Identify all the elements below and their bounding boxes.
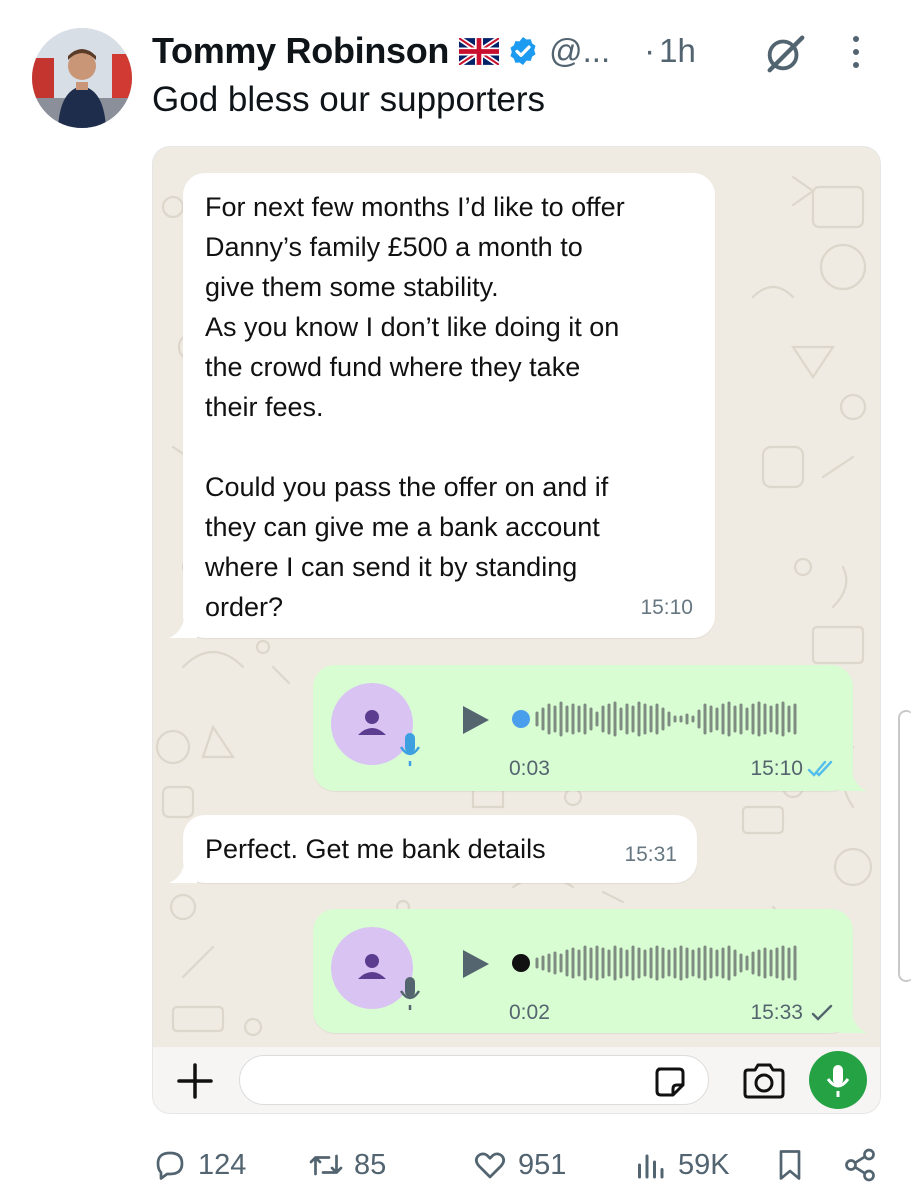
like-button[interactable]: 951 xyxy=(472,1140,566,1190)
mic-icon xyxy=(826,1065,850,1097)
like-count: 951 xyxy=(518,1148,567,1181)
voice-duration: 0:02 xyxy=(509,1001,550,1024)
bubble-tail xyxy=(839,1009,867,1033)
voice-waveform[interactable] xyxy=(511,941,821,985)
bookmark-icon xyxy=(779,1150,801,1180)
incoming-message[interactable]: For next few months I’d like to offer Da… xyxy=(169,173,715,638)
sticker-icon[interactable] xyxy=(653,1065,687,1099)
scrollbar[interactable] xyxy=(898,710,911,982)
grok-icon[interactable] xyxy=(762,30,808,76)
outgoing-voice-message[interactable]: 0:03 15:10 xyxy=(313,665,867,791)
incoming-message[interactable]: Perfect. Get me bank details 15:31 xyxy=(169,815,697,883)
separator-dot: · xyxy=(644,32,656,69)
bubble-tail xyxy=(169,859,197,883)
voice-waveform[interactable] xyxy=(511,697,821,741)
author-handle[interactable]: @... xyxy=(549,32,610,70)
message-time: 15:10 xyxy=(750,757,803,780)
post-text: God bless our supporters xyxy=(152,80,545,119)
attached-chat-screenshot[interactable]: For next few months I’d like to offer Da… xyxy=(152,146,881,1114)
post-header: Tommy Robinson @... · 1h xyxy=(152,28,696,74)
message-time: 15:33 xyxy=(750,1001,803,1024)
bubble-tail xyxy=(839,767,867,791)
bookmark-button[interactable] xyxy=(772,1140,808,1190)
message-text: For next few months I’d like to offer Da… xyxy=(205,192,625,622)
verified-badge-icon[interactable] xyxy=(507,35,539,67)
mic-icon xyxy=(397,731,423,767)
message-text: Perfect. Get me bank details xyxy=(205,834,546,864)
like-icon xyxy=(474,1152,506,1179)
post-time[interactable]: 1h xyxy=(659,32,696,70)
sent-single-tick-icon xyxy=(807,1003,835,1023)
play-icon[interactable] xyxy=(459,947,493,981)
message-input[interactable] xyxy=(239,1055,709,1105)
views-button[interactable]: 59K xyxy=(632,1140,730,1190)
more-icon[interactable] xyxy=(848,34,864,70)
view-count: 59K xyxy=(678,1148,730,1181)
repost-count: 85 xyxy=(354,1148,387,1181)
share-icon xyxy=(845,1148,875,1182)
voice-duration: 0:03 xyxy=(509,757,550,780)
reply-count: 124 xyxy=(198,1148,247,1181)
author-avatar[interactable] xyxy=(32,28,132,128)
message-time: 15:31 xyxy=(624,843,677,866)
repost-icon xyxy=(309,1154,343,1176)
bubble-tail xyxy=(169,614,197,638)
union-jack-flag-icon xyxy=(459,37,500,65)
play-icon[interactable] xyxy=(459,703,493,737)
plus-icon[interactable] xyxy=(175,1061,215,1101)
message-time: 15:10 xyxy=(640,596,693,619)
outgoing-voice-message[interactable]: 0:02 15:33 xyxy=(313,909,867,1033)
read-double-tick-icon xyxy=(807,759,835,779)
voice-record-button[interactable] xyxy=(809,1051,867,1109)
mic-icon xyxy=(397,975,423,1011)
post: Tommy Robinson @... · 1h God bless our s… xyxy=(0,0,911,1199)
views-icon xyxy=(638,1154,664,1179)
author-name[interactable]: Tommy Robinson xyxy=(152,30,449,72)
reply-button[interactable]: 124 xyxy=(152,1140,246,1190)
reply-icon xyxy=(156,1151,184,1180)
share-button[interactable] xyxy=(842,1140,878,1190)
post-actions: 124 85 951 59K xyxy=(152,1140,892,1190)
chat-input-bar xyxy=(153,1047,880,1113)
avatar-photo xyxy=(32,28,132,128)
repost-button[interactable]: 85 xyxy=(308,1140,386,1190)
camera-icon[interactable] xyxy=(741,1061,787,1101)
